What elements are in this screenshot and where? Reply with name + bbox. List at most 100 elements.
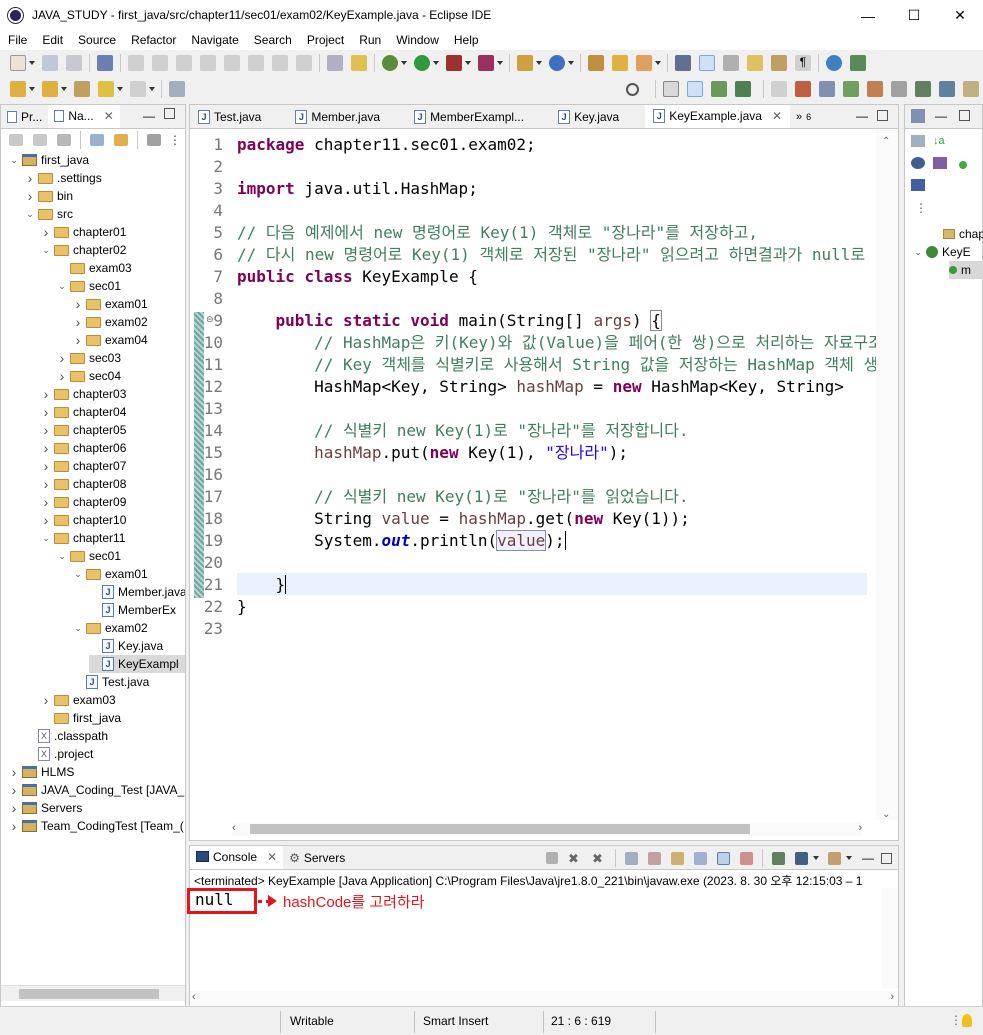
maximize-view-icon[interactable] xyxy=(164,108,175,119)
chevron-down-icon[interactable]: ⌄ xyxy=(73,569,83,580)
code-line[interactable]: package chapter11.sec01.exam02; xyxy=(237,134,917,156)
suspend-icon[interactable] xyxy=(176,55,192,71)
collapse-outline-icon[interactable] xyxy=(911,135,925,147)
save-all-icon[interactable] xyxy=(66,55,82,71)
maven-icon[interactable] xyxy=(963,81,979,97)
hide-static-icon[interactable] xyxy=(933,157,947,169)
code-line[interactable] xyxy=(237,464,917,486)
chevron-down-icon[interactable]: ⌄ xyxy=(25,209,35,220)
tree-item[interactable]: › chapter07 xyxy=(41,457,127,475)
tree-item[interactable]: X .project xyxy=(25,745,93,763)
tree-item[interactable]: › sec03 xyxy=(57,349,121,367)
chevron-down-icon[interactable]: ⌄ xyxy=(9,155,19,166)
tree-item[interactable]: first_java xyxy=(41,709,121,727)
code-line[interactable]: String value = hashMap.get(new Key(1)); xyxy=(237,508,917,530)
tab-navigator[interactable]: Na... ✕ xyxy=(48,105,120,128)
tree-item[interactable]: J MemberEx xyxy=(89,601,176,619)
tree-item[interactable]: ⌄ exam01 xyxy=(73,565,147,583)
tab-overflow[interactable]: » 6 xyxy=(790,105,817,128)
code-line[interactable]: System.out.println(value); xyxy=(237,530,917,552)
sort-icon[interactable]: ↓a xyxy=(933,135,945,147)
new-class-icon[interactable] xyxy=(549,55,565,71)
code-line[interactable]: } xyxy=(237,596,917,618)
tree-item[interactable]: › .settings xyxy=(25,169,102,187)
run-icon[interactable] xyxy=(414,55,430,71)
back-nav-icon[interactable] xyxy=(9,134,23,146)
show-stdout-icon[interactable] xyxy=(694,851,707,865)
new-icon[interactable] xyxy=(10,55,26,71)
console-output-area[interactable]: null hashCode를 고려하라 xyxy=(187,888,898,988)
tree-item[interactable]: J Key.java xyxy=(89,637,163,655)
chevron-right-icon[interactable]: › xyxy=(9,764,19,780)
chevron-right-icon[interactable]: › xyxy=(73,296,83,312)
task-view-icon[interactable] xyxy=(843,81,859,97)
code-line[interactable] xyxy=(237,156,917,178)
chevron-right-icon[interactable]: › xyxy=(9,800,19,816)
javadoc-icon[interactable] xyxy=(867,81,883,97)
tree-item[interactable]: ⌄ exam02 xyxy=(73,619,147,637)
code-line[interactable] xyxy=(237,552,917,574)
code-line[interactable]: // HashMap은 키(Key)와 값(Value)을 페어(한 쌍)으로 … xyxy=(237,332,917,354)
view-menu-icon[interactable]: ⋮ xyxy=(169,133,181,147)
code-area[interactable]: 1 package chapter11.sec01.exam02; 2 3 import… xyxy=(190,134,890,644)
display-console-icon[interactable] xyxy=(795,851,808,865)
menu-edit[interactable]: Edit xyxy=(34,31,70,51)
tree-item[interactable]: › chapter10 xyxy=(41,511,127,529)
next-annotation-icon[interactable] xyxy=(10,81,26,97)
console-horizontal-scrollbar[interactable]: ‹ › xyxy=(190,991,898,1005)
last-edit-icon[interactable] xyxy=(74,81,90,97)
chevron-right-icon[interactable]: › xyxy=(41,512,51,528)
external-tools-icon[interactable] xyxy=(478,55,494,71)
tree-item[interactable]: ⌄ sec01 xyxy=(57,547,121,565)
restore-icon[interactable] xyxy=(771,81,787,97)
tree-item[interactable]: J KeyExampl xyxy=(89,655,185,673)
tree-item[interactable]: › chapter01 xyxy=(41,223,127,241)
tree-item[interactable]: › exam03 xyxy=(41,691,116,709)
code-line[interactable]: HashMap<Key, String> hashMap = new HashM… xyxy=(237,376,917,398)
chevron-right-icon[interactable]: › xyxy=(9,818,19,834)
debug-icon[interactable] xyxy=(382,55,398,71)
block-selection-icon[interactable] xyxy=(723,55,739,71)
tab-console[interactable]: Console ✕ xyxy=(190,846,284,869)
tree-item[interactable]: ⌄ first_java xyxy=(9,151,89,169)
minimize-outline-icon[interactable]: — xyxy=(935,109,947,123)
vertical-scrollbar[interactable]: ⌃ ⌄ xyxy=(876,130,898,820)
chevron-down-icon[interactable]: ⌄ xyxy=(73,623,83,634)
terminate-console-icon[interactable] xyxy=(546,852,558,864)
editor-tab[interactable]: J Test.java xyxy=(190,105,287,128)
code-line[interactable] xyxy=(237,398,917,420)
tree-item[interactable]: › HLMS xyxy=(9,763,75,781)
remove-all-icon[interactable]: ✖ xyxy=(592,851,606,866)
globe-icon[interactable] xyxy=(826,55,842,71)
tree-item[interactable]: X .classpath xyxy=(25,727,108,745)
search-icon[interactable] xyxy=(626,82,639,96)
tree-item[interactable]: › chapter03 xyxy=(41,385,127,403)
new-console-icon[interactable] xyxy=(828,851,841,865)
code-line[interactable]: public class KeyExample { xyxy=(237,266,917,288)
tree-item[interactable]: › chapter05 xyxy=(41,421,127,439)
tree-item[interactable]: › Servers xyxy=(9,799,83,817)
code-line[interactable]: // 다음 예제에서 new 명령어로 Key(1) 객체로 "장나라"를 저장… xyxy=(237,222,917,244)
pilcrow-icon[interactable]: ¶ xyxy=(795,55,811,71)
code-line[interactable]: // 다시 new 명령어로 Key(1) 객체로 저장된 "장나라" 읽으려고… xyxy=(237,244,917,266)
tree-item[interactable]: › chapter04 xyxy=(41,403,127,421)
chevron-down-icon[interactable]: ⌄ xyxy=(41,245,51,256)
word-wrap-icon[interactable] xyxy=(771,55,787,71)
chevron-right-icon[interactable]: › xyxy=(57,350,67,366)
pin-editor-icon[interactable] xyxy=(169,81,185,97)
tree-item[interactable]: ⌄ chapter02 xyxy=(41,241,126,259)
pin-console-icon[interactable] xyxy=(717,851,730,865)
minimize-editor-icon[interactable]: — xyxy=(856,109,868,123)
editor-tab[interactable]: J Key.java xyxy=(550,105,645,128)
word-wrap-console-icon[interactable] xyxy=(671,851,684,865)
minimize-console-icon[interactable]: — xyxy=(862,851,874,865)
code-editor[interactable]: ⊖ 1 package chapter11.sec01.exam02; 2 3 impo… xyxy=(190,130,898,820)
chevron-right-icon[interactable]: › xyxy=(41,386,51,402)
chevron-right-icon[interactable]: › xyxy=(73,314,83,330)
remove-launch-icon[interactable]: ✖ xyxy=(568,851,582,866)
hide-local-types-icon[interactable] xyxy=(911,179,925,191)
chevron-down-icon[interactable]: ⌄ xyxy=(57,551,67,562)
code-line[interactable]: import java.util.HashMap; xyxy=(237,178,917,200)
step-into-icon[interactable] xyxy=(248,55,264,71)
tree-item[interactable]: ⌄ chapter11 xyxy=(41,529,125,547)
